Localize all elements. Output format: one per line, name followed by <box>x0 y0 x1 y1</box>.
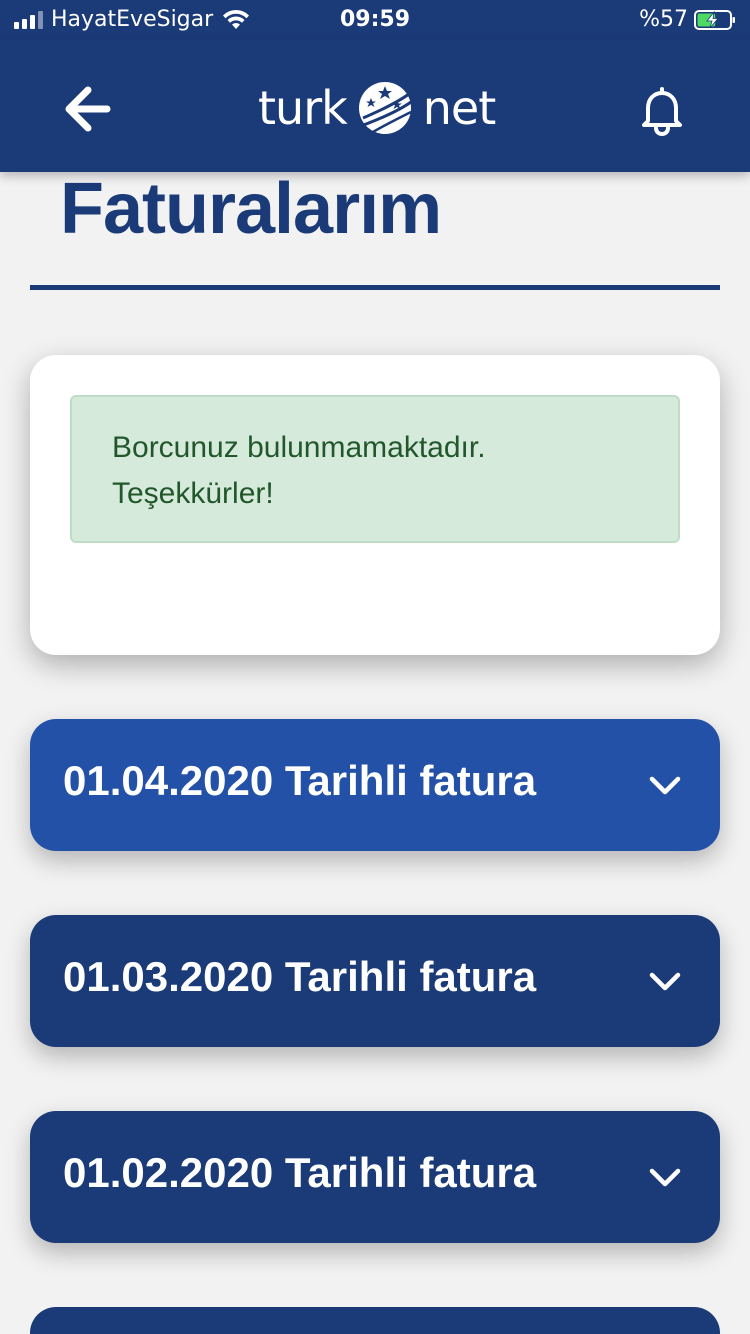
invoice-item-partial[interactable] <box>30 1307 720 1334</box>
chevron-down-icon <box>649 1168 681 1187</box>
status-time: 09:59 <box>339 7 411 32</box>
chevron-down-icon <box>649 776 681 795</box>
success-alert: Borcunuz bulunmamaktadır. Teşekkürler! <box>70 395 680 543</box>
turknet-logo: turk net <box>258 68 496 148</box>
invoice-item-2020-03[interactable]: 01.03.2020 Tarihli fatura <box>30 915 720 1047</box>
invoice-label: 01.03.2020 Tarihli fatura <box>63 953 537 1000</box>
debt-status-card: Borcunuz bulunmamaktadır. Teşekkürler! <box>30 355 720 655</box>
battery-percent: %57 <box>639 7 688 32</box>
battery-charging-icon <box>694 9 735 30</box>
arrow-left-icon <box>65 86 111 132</box>
invoice-item-2020-04[interactable]: 01.04.2020 Tarihli fatura <box>30 719 720 851</box>
app-header: turk net <box>0 40 750 172</box>
bell-icon <box>642 87 682 137</box>
back-button[interactable] <box>60 84 116 134</box>
page-title: Faturalarım <box>60 169 442 249</box>
invoice-label: 01.02.2020 Tarihli fatura <box>63 1149 537 1196</box>
notifications-button[interactable] <box>636 84 688 137</box>
invoice-label: 01.04.2020 Tarihli fatura <box>63 757 537 804</box>
alert-message-line1: Borcunuz bulunmamaktadır. <box>112 431 486 464</box>
alert-message-line2: Teşekkürler! <box>112 477 274 510</box>
logo-text-left: turk <box>258 81 348 135</box>
chevron-down-icon <box>649 972 681 991</box>
invoice-item-2020-02[interactable]: 01.02.2020 Tarihli fatura <box>30 1111 720 1243</box>
title-divider <box>30 285 720 290</box>
globe-logo-icon <box>358 82 412 134</box>
status-bar: HayatEveSigar 09:59 %57 <box>0 0 750 40</box>
logo-text-right: net <box>422 81 496 135</box>
